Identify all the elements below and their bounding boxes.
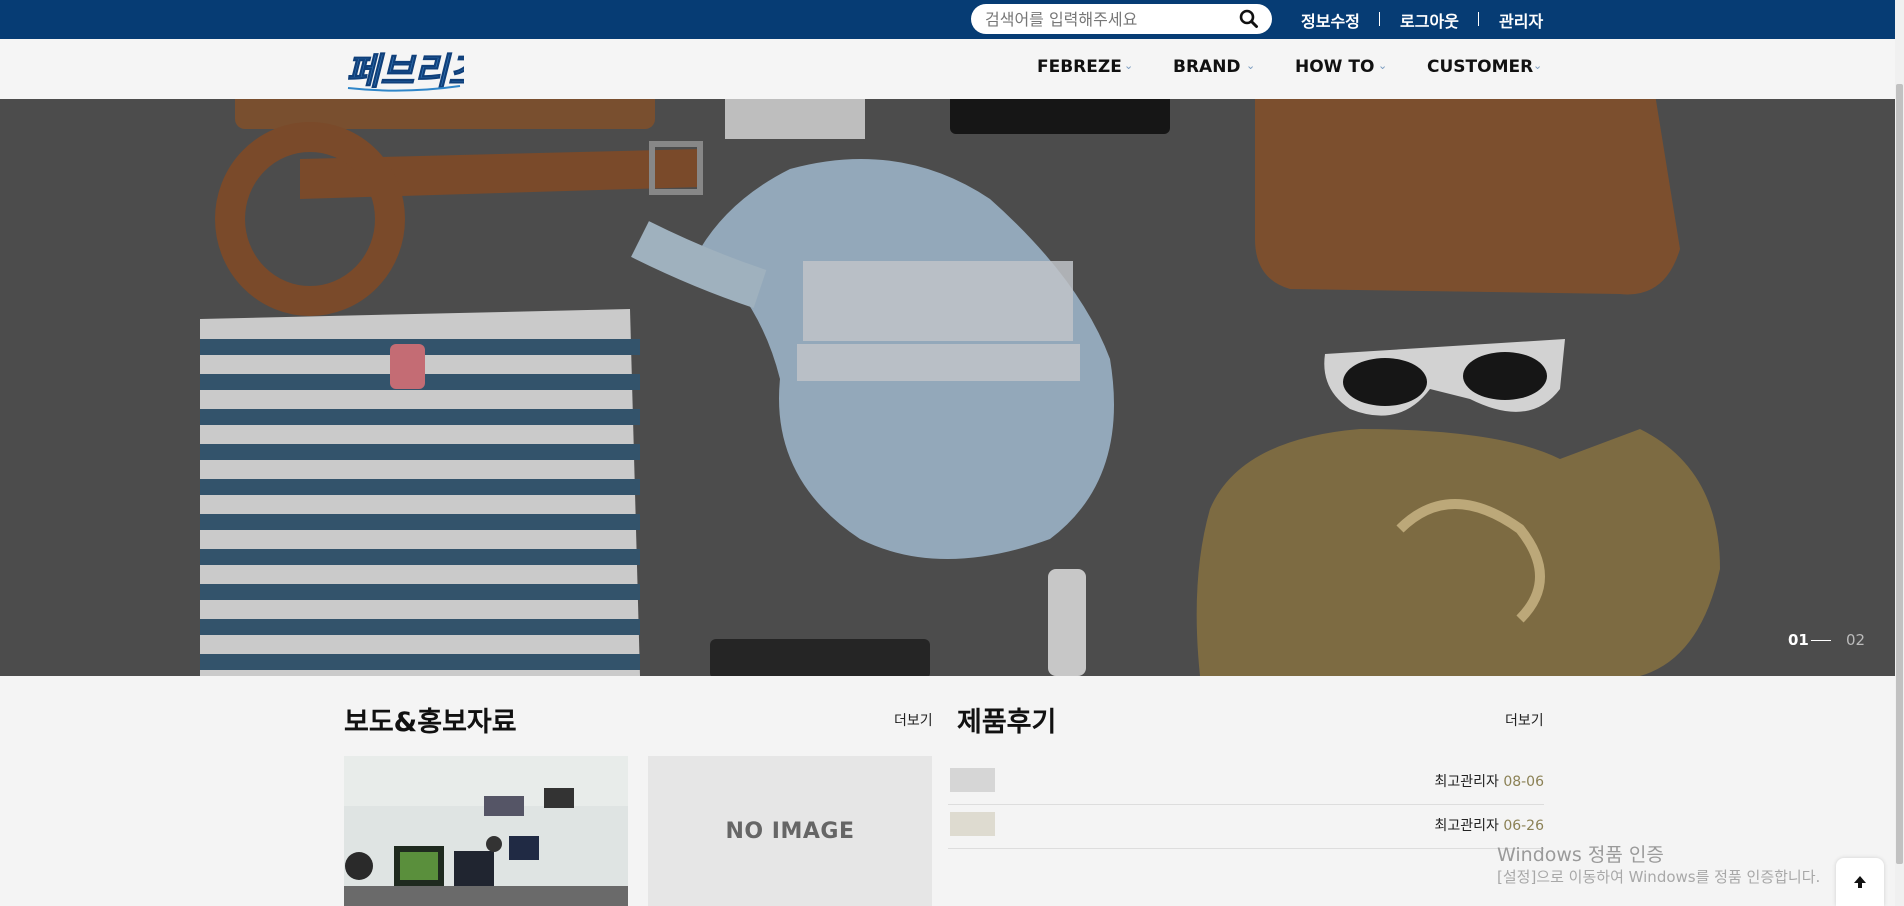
press-section-title: 보도&홍보자료 <box>344 707 517 738</box>
chevron-down-icon: ⌄ <box>1533 59 1543 72</box>
divider <box>1379 12 1380 26</box>
slide-indicator-1[interactable]: 01 <box>1788 631 1809 649</box>
logout-link[interactable]: 로그아웃 <box>1400 8 1459 32</box>
reviews-more-link[interactable]: 더보기 <box>1505 710 1544 730</box>
press-thumbnail-no-image[interactable]: NO IMAGE <box>648 756 932 906</box>
reviews-section-title: 제품후기 <box>957 707 1057 738</box>
review-row[interactable]: 최고관리자 06-26 <box>948 808 1544 849</box>
windows-activation-title: Windows 정품 인증 <box>1497 844 1664 866</box>
nav-customer[interactable]: CUSTOMER <box>1427 57 1533 77</box>
arrow-up-icon <box>1854 876 1866 888</box>
nav-how-to[interactable]: HOW TO <box>1295 57 1374 77</box>
press-thumbnail-office[interactable] <box>344 756 628 906</box>
divider <box>1478 12 1479 26</box>
main-navigation: 페브리즈 FEBREZE ⌄ BRAND ⌄ HOW TO ⌄ CUSTOMER… <box>0 39 1895 100</box>
review-date: 08-06 <box>1503 774 1544 790</box>
svg-text:페브리즈: 페브리즈 <box>346 50 464 93</box>
review-date: 06-26 <box>1503 818 1544 834</box>
edit-profile-link[interactable]: 정보수정 <box>1301 8 1360 32</box>
slide-divider <box>1811 640 1831 641</box>
hero-caption-blurred <box>803 261 1073 341</box>
windows-activation-message: [설정]으로 이동하여 Windows를 정품 인증합니다. <box>1497 868 1821 886</box>
review-row[interactable]: 최고관리자 08-06 <box>948 764 1544 805</box>
nav-brand[interactable]: BRAND <box>1173 57 1241 77</box>
chevron-down-icon: ⌄ <box>1246 59 1256 72</box>
review-thumbnail <box>950 768 995 792</box>
hero-caption-blurred <box>797 344 1080 381</box>
nav-febreze[interactable]: FEBREZE <box>1037 57 1122 77</box>
hero-slider[interactable]: 01 02 <box>0 99 1895 676</box>
hero-image <box>0 99 1895 676</box>
review-author: 최고관리자 <box>1434 818 1499 834</box>
press-more-link[interactable]: 더보기 <box>894 710 933 730</box>
slide-indicator-2[interactable]: 02 <box>1846 631 1865 649</box>
review-meta: 최고관리자 08-06 <box>1434 771 1544 791</box>
chevron-down-icon: ⌄ <box>1124 59 1134 72</box>
admin-link[interactable]: 관리자 <box>1499 8 1543 32</box>
febreze-logo[interactable]: 페브리즈 <box>344 48 487 94</box>
search-box <box>971 4 1272 34</box>
scrollbar-thumb[interactable] <box>1896 84 1903 864</box>
review-author: 최고관리자 <box>1434 774 1499 790</box>
top-utility-bar: 정보수정 로그아웃 관리자 <box>0 0 1904 39</box>
chevron-down-icon: ⌄ <box>1378 59 1388 72</box>
no-image-text: NO IMAGE <box>725 818 855 844</box>
back-to-top-button[interactable] <box>1836 858 1884 906</box>
search-icon[interactable] <box>1238 9 1260 29</box>
review-meta: 최고관리자 06-26 <box>1434 815 1544 835</box>
review-thumbnail <box>950 812 995 836</box>
search-input[interactable] <box>985 9 1225 29</box>
